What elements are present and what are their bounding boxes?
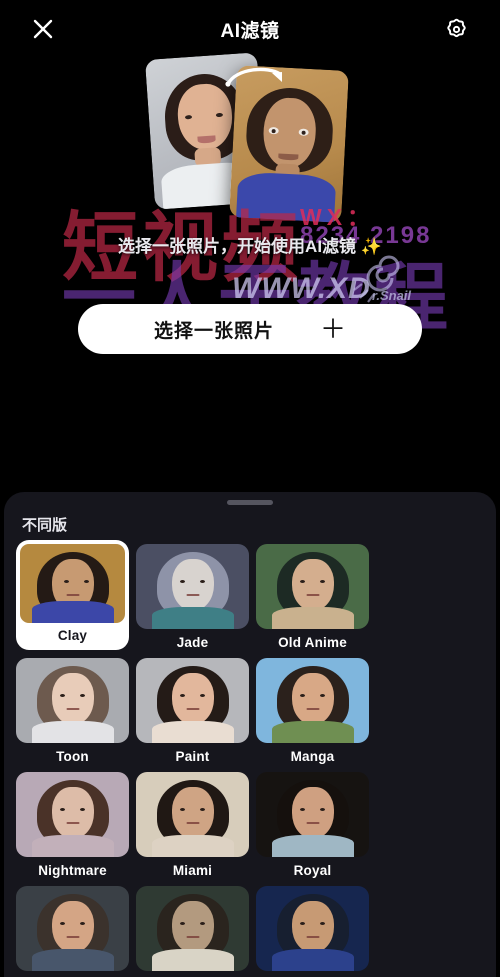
watermark-site: WWW.XD	[232, 272, 371, 305]
filter-thumbnail	[256, 658, 369, 743]
app-header: AI滤镜	[0, 0, 500, 58]
curved-arrow-icon	[225, 67, 282, 87]
filter-thumbnail	[256, 886, 369, 971]
filter-thumbnail	[256, 772, 369, 857]
choose-photo-label: 选择一张照片	[153, 320, 274, 342]
filter-label: Old Anime	[278, 635, 347, 650]
filter-label: Jade	[176, 635, 209, 650]
filter-label: Nightmare	[38, 863, 107, 878]
filter-card[interactable]: Royal	[256, 772, 369, 878]
watermark-snail: r.Snail	[372, 288, 412, 303]
filter-label: Toon	[56, 749, 89, 764]
filter-thumbnail	[16, 772, 129, 857]
section-title: 不同版	[22, 517, 68, 534]
page-title: AI滤镜	[220, 20, 280, 42]
filters-sheet: 不同版 Clay Jade Old Anime Toon Paint Manga Night…	[4, 492, 496, 977]
filter-label: Manga	[290, 749, 335, 764]
filter-thumbnail	[136, 772, 249, 857]
filter-label: Miami	[172, 863, 213, 878]
filter-thumbnail	[256, 544, 369, 629]
plus-icon: ＋	[320, 314, 347, 344]
promo-subtitle: 选择一张照片，开始使用AI滤镜 ✨	[118, 237, 382, 256]
filter-card[interactable]: Miami	[136, 772, 249, 878]
filter-thumbnail	[20, 544, 125, 623]
close-icon[interactable]	[26, 12, 60, 46]
filter-card[interactable]: Gogh	[256, 886, 369, 977]
filter-thumbnail	[136, 886, 249, 971]
hero-preview	[0, 46, 500, 236]
filter-label: Clay	[57, 628, 88, 643]
ai-filter-screen: AI滤镜 短视频 一人干教程 WX： 8234 2198 WWW.XD r.Sn…	[0, 0, 500, 977]
filter-label: Paint	[175, 749, 210, 764]
filter-label: Gogh	[256, 971, 369, 977]
filter-card[interactable]: Nightmare	[16, 772, 129, 878]
filter-card[interactable]: Clay	[16, 540, 129, 650]
filter-card[interactable]: Game 2	[136, 886, 249, 977]
filter-thumbnail	[16, 658, 129, 743]
filter-label: Game 2	[136, 971, 249, 977]
filter-card[interactable]: Corporate	[16, 886, 129, 977]
filter-card[interactable]: Toon	[16, 658, 129, 764]
filter-thumbnail	[136, 544, 249, 629]
filter-card[interactable]: Manga	[256, 658, 369, 764]
filter-thumbnail	[136, 658, 249, 743]
filter-label: Royal	[293, 863, 332, 878]
filter-grid: Clay Jade Old Anime Toon Paint Manga Nightmare…	[16, 540, 488, 977]
drag-handle[interactable]	[227, 500, 273, 505]
gear-icon[interactable]	[440, 12, 474, 46]
spiral-icon	[353, 255, 400, 303]
filter-card[interactable]: Old Anime	[256, 544, 369, 650]
filter-card[interactable]: Jade	[136, 544, 249, 650]
filter-label: Corporate	[16, 971, 129, 977]
filter-card[interactable]: Paint	[136, 658, 249, 764]
choose-photo-button[interactable]: 选择一张照片 ＋	[78, 304, 422, 354]
filter-thumbnail	[16, 886, 129, 971]
